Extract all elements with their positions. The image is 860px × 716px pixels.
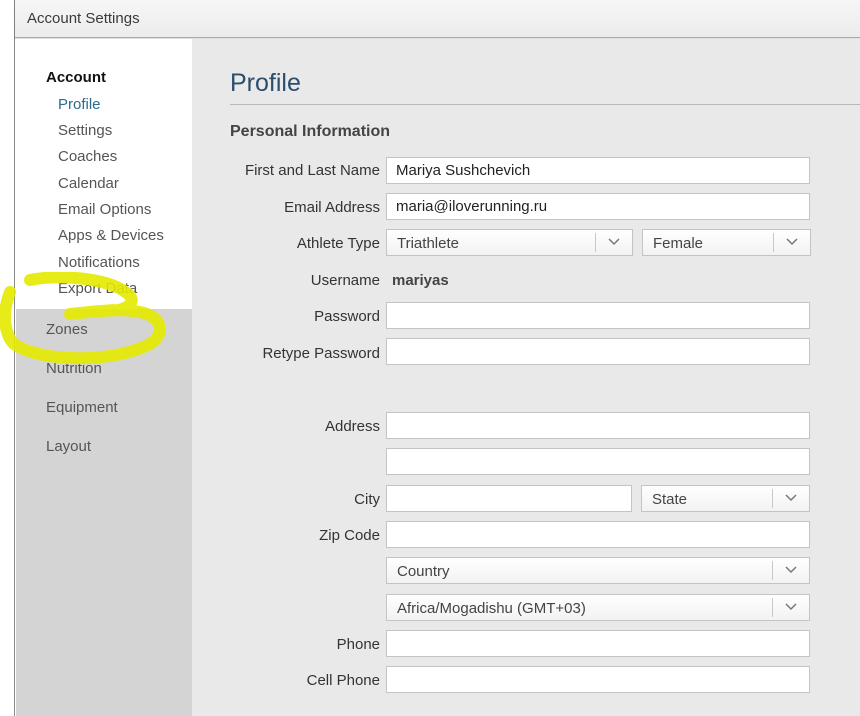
chevron-down-icon <box>608 238 620 246</box>
password-input[interactable] <box>386 302 810 329</box>
country-value: Country <box>397 563 450 580</box>
chevron-down-icon <box>785 603 797 611</box>
select-separator <box>772 561 773 580</box>
sidebar-item-email-options[interactable]: Email Options <box>58 201 151 218</box>
zip-label: Zip Code <box>319 527 380 544</box>
sidebar-groups: Zones Nutrition Equipment Layout <box>16 309 192 716</box>
sidebar-item-notifications[interactable]: Notifications <box>58 254 140 271</box>
select-separator <box>772 598 773 617</box>
sidebar-item-layout[interactable]: Layout <box>46 438 91 455</box>
address-input[interactable] <box>386 412 810 439</box>
window-left-edge <box>0 0 15 716</box>
city-label: City <box>354 491 380 508</box>
select-separator <box>772 489 773 508</box>
timezone-value: Africa/Mogadishu (GMT+03) <box>397 600 586 617</box>
name-input[interactable]: Mariya Sushchevich <box>386 157 810 184</box>
select-separator <box>595 233 596 252</box>
username-value: mariyas <box>392 272 449 289</box>
state-value: State <box>652 491 688 508</box>
sidebar-item-calendar[interactable]: Calendar <box>58 175 119 192</box>
phone-label: Phone <box>336 636 380 653</box>
chevron-down-icon <box>786 238 798 246</box>
address-label: Address <box>324 418 380 435</box>
timezone-select[interactable]: Africa/Mogadishu (GMT+03) <box>386 594 810 621</box>
athlete-type-select[interactable]: Triathlete <box>386 229 633 256</box>
city-input[interactable] <box>386 485 632 512</box>
sidebar-item-settings[interactable]: Settings <box>58 122 112 139</box>
zip-input[interactable] <box>386 521 810 548</box>
sidebar-item-equipment[interactable]: Equipment <box>46 399 118 416</box>
gender-value: Female <box>653 235 704 252</box>
cell-phone-input[interactable] <box>386 666 810 693</box>
retype-password-input[interactable] <box>386 338 810 365</box>
athlete-type-label: Athlete Type <box>296 235 380 252</box>
sidebar-item-export-data[interactable]: Export Data <box>58 280 137 297</box>
gender-select[interactable]: Female <box>642 229 811 256</box>
username-label: Username <box>310 272 380 289</box>
cell-phone-label: Cell Phone <box>306 672 380 689</box>
sidebar-heading-account[interactable]: Account <box>46 69 106 86</box>
country-select[interactable]: Country <box>386 557 810 584</box>
email-input[interactable]: maria@iloverunning.ru <box>386 193 810 220</box>
sidebar: Account Profile Settings Coaches Calenda… <box>16 39 192 716</box>
select-separator <box>773 233 774 252</box>
password-label: Password <box>314 308 380 325</box>
sidebar-item-apps-devices[interactable]: Apps & Devices <box>58 227 164 244</box>
sidebar-item-nutrition[interactable]: Nutrition <box>46 360 102 377</box>
phone-input[interactable] <box>386 630 810 657</box>
title-bar: Account Settings <box>15 0 860 38</box>
window-title: Account Settings <box>27 10 140 27</box>
email-label: Email Address <box>284 199 380 216</box>
sidebar-item-coaches[interactable]: Coaches <box>58 148 117 165</box>
athlete-type-value: Triathlete <box>397 235 459 252</box>
chevron-down-icon <box>785 566 797 574</box>
sidebar-item-zones[interactable]: Zones <box>46 321 88 338</box>
section-title: Personal Information <box>230 123 391 140</box>
title-divider <box>230 104 860 105</box>
sidebar-item-profile[interactable]: Profile <box>58 96 101 113</box>
name-label: First and Last Name <box>244 162 380 179</box>
state-select[interactable]: State <box>641 485 810 512</box>
chevron-down-icon <box>785 494 797 502</box>
page-title: Profile <box>230 69 301 97</box>
main-panel: Profile Personal Information First and L… <box>192 39 860 716</box>
address-line2-input[interactable] <box>386 448 810 475</box>
retype-password-label: Retype Password <box>262 345 380 362</box>
